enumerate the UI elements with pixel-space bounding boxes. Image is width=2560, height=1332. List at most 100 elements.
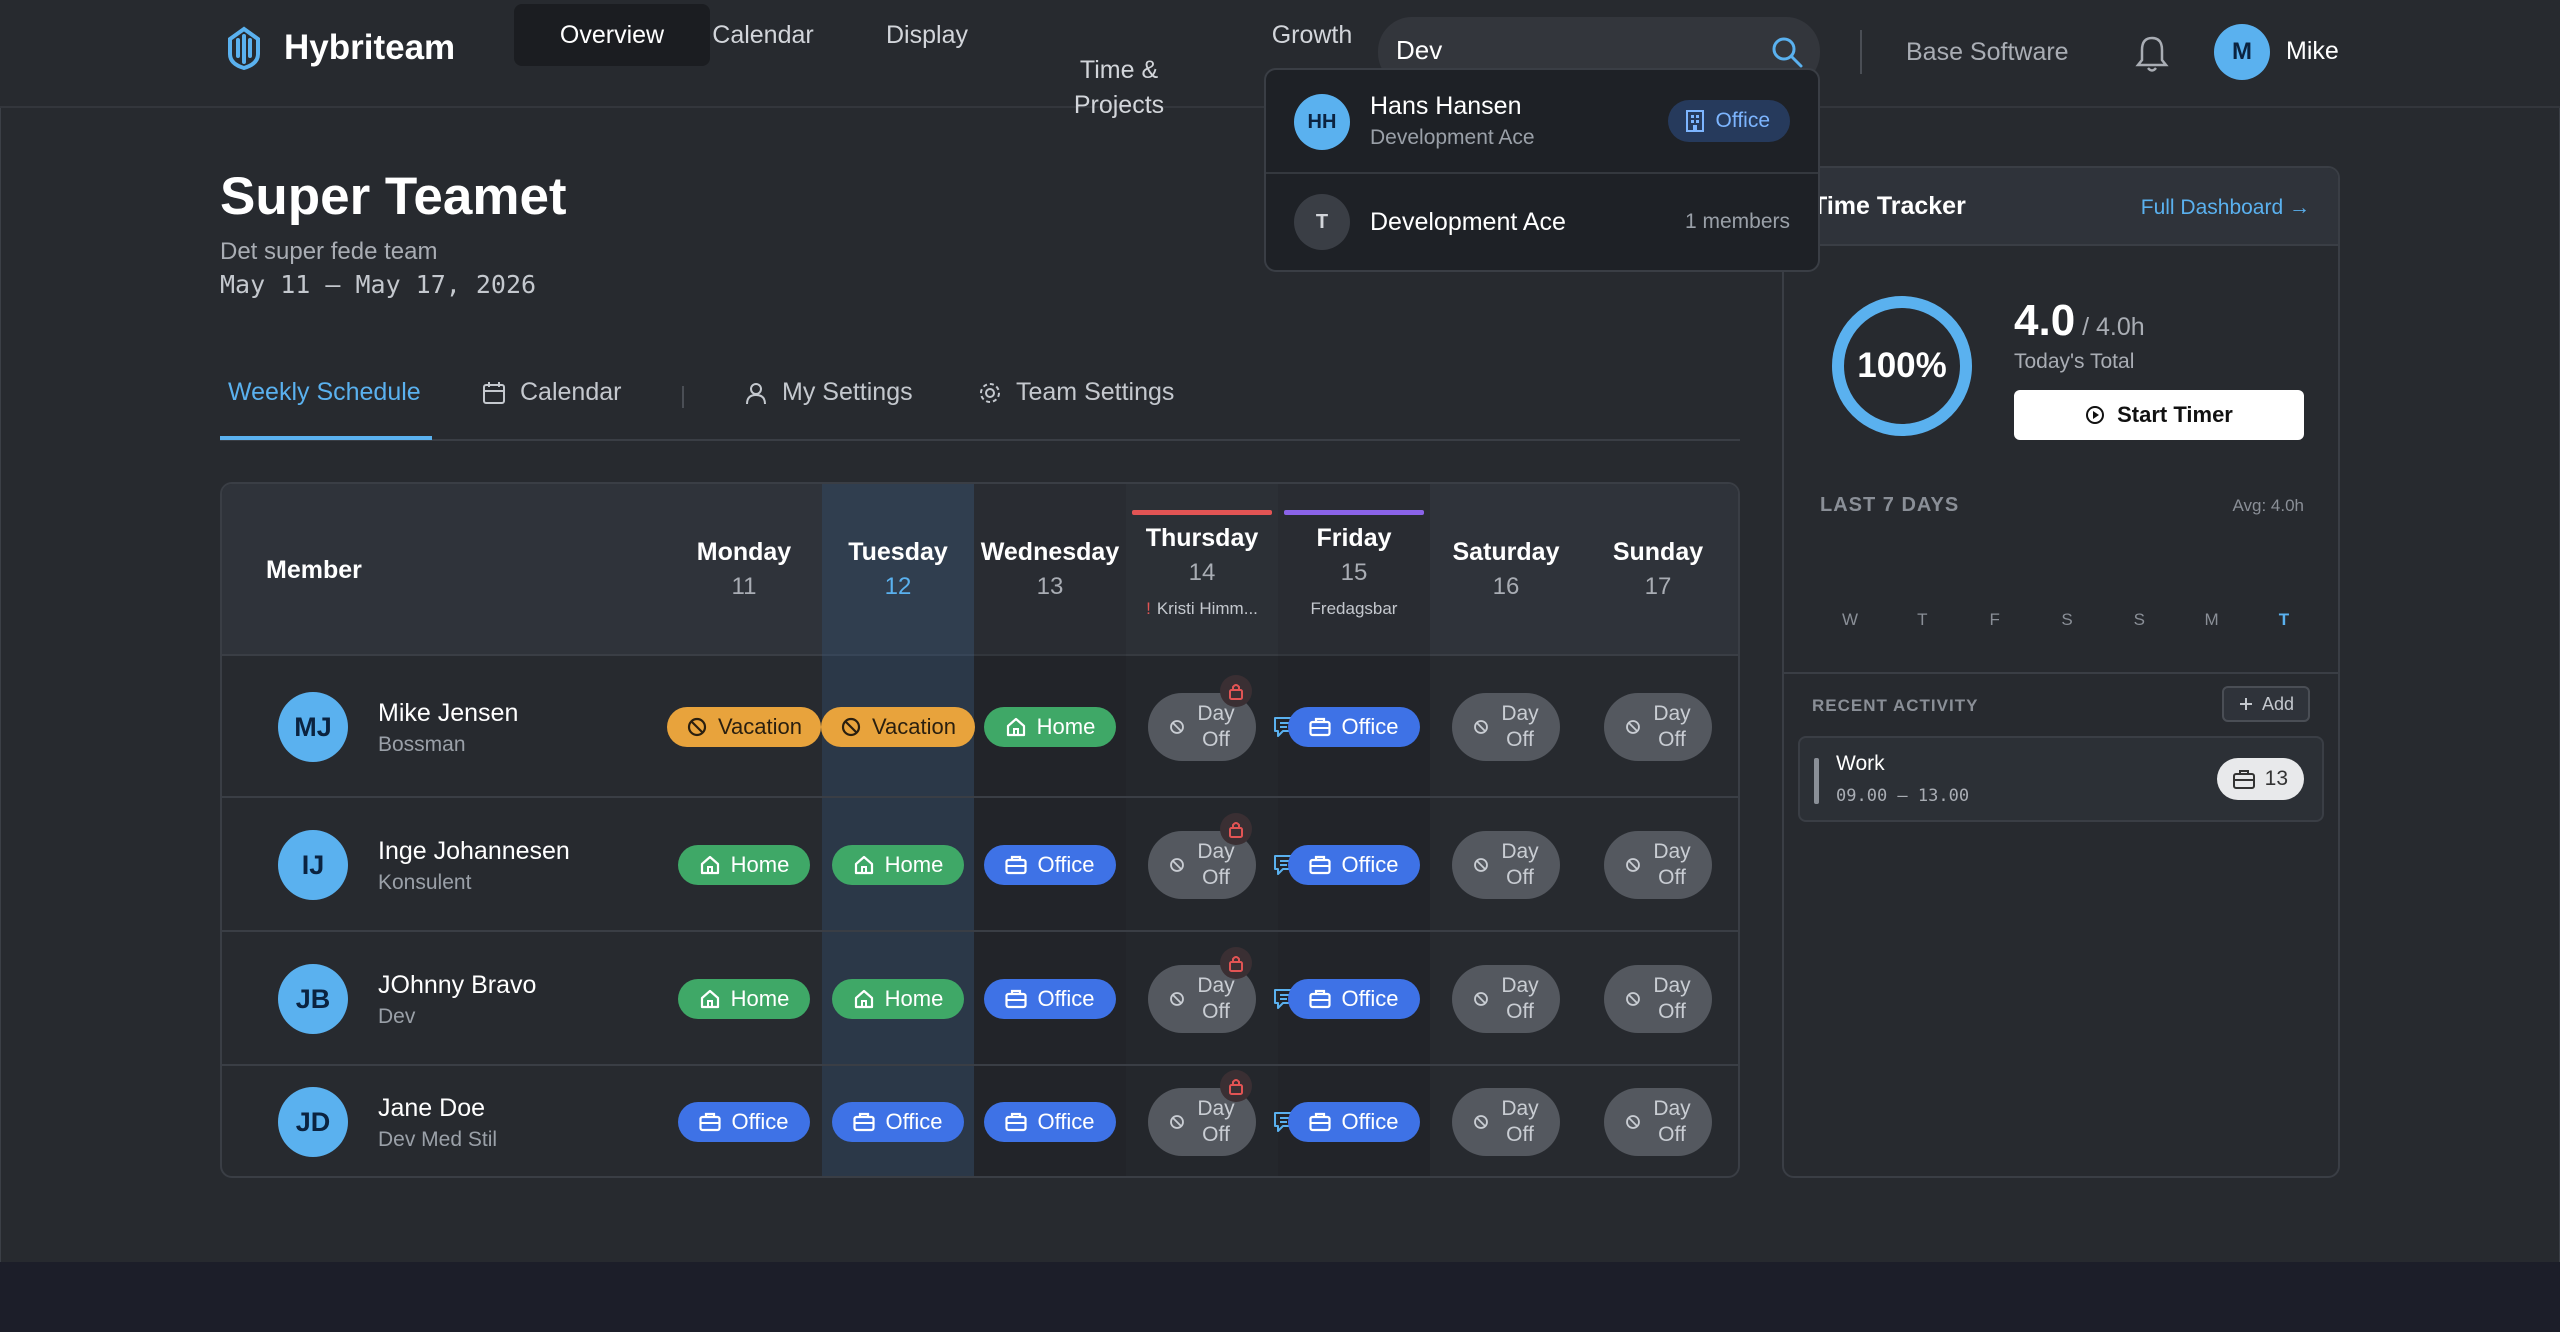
nav-overview[interactable]: Overview — [514, 4, 710, 66]
status-office[interactable]: Office — [1288, 979, 1420, 1019]
status-office[interactable]: Office — [984, 979, 1116, 1019]
bell-icon[interactable] — [2134, 34, 2170, 74]
hours-value: 4.0 — [2014, 296, 2076, 345]
status-day-off[interactable]: Day Off — [1452, 965, 1560, 1033]
tab-bar: Weekly Schedule Calendar My Settings Tea… — [220, 366, 1740, 441]
member-initials: JD — [295, 1106, 331, 1137]
activity-color-bar — [1814, 758, 1819, 804]
search-icon[interactable] — [1770, 35, 1804, 69]
status-home[interactable]: Home — [832, 845, 964, 885]
nav-display[interactable]: Display — [870, 18, 984, 53]
user-name[interactable]: Mike — [2286, 37, 2339, 66]
status-home[interactable]: Home — [984, 707, 1116, 747]
nav-growth[interactable]: Growth — [1258, 18, 1366, 53]
day-off-label: Day Off — [1653, 839, 1690, 891]
day-name: Sunday — [1612, 538, 1704, 566]
activity-item[interactable]: Work 09.00 – 13.00 13 — [1798, 736, 2324, 822]
status-day-off[interactable]: Day Off — [1604, 1088, 1712, 1156]
add-activity-button[interactable]: Add — [2221, 686, 2310, 722]
status-day-off[interactable]: Day Off — [1452, 831, 1560, 899]
status-home[interactable]: Home — [678, 845, 810, 885]
date-range: May 11 – May 17, 2026 — [220, 270, 537, 299]
off-word: Off — [1658, 1000, 1686, 1023]
team-description: Det super fede team — [220, 238, 438, 265]
nav-label: Display — [886, 21, 968, 49]
app-name: Hybriteam — [284, 28, 456, 67]
status-day-off[interactable]: Day Off — [1604, 965, 1712, 1033]
status-office[interactable]: Office — [984, 845, 1116, 885]
person-avatar: HH — [1294, 94, 1350, 150]
status-office[interactable]: Office — [984, 1102, 1116, 1142]
status-home[interactable]: Home — [832, 979, 964, 1019]
member-avatar[interactable]: JB — [278, 964, 348, 1034]
nav-time-projects[interactable]: Time & Projects — [1042, 18, 1196, 123]
status-vacation[interactable]: Vacation — [667, 707, 821, 747]
user-icon — [746, 382, 766, 404]
day-word: Day — [1501, 702, 1539, 725]
briefcase-icon — [853, 1112, 876, 1132]
day-marker-bar — [1132, 510, 1272, 515]
team-avatar: T — [1294, 194, 1350, 250]
day-event-note[interactable]: ! Kristi Himm... — [1126, 599, 1278, 619]
status-label: Office — [1341, 852, 1399, 877]
start-timer-button[interactable]: Start Timer — [2014, 390, 2304, 440]
lock-icon — [1229, 1079, 1243, 1095]
activity-count-badge: 13 — [2216, 758, 2304, 800]
member-avatar[interactable]: MJ — [278, 692, 348, 762]
play-icon — [2086, 406, 2105, 424]
active-tab-indicator — [220, 436, 432, 440]
status-vacation[interactable]: Vacation — [821, 707, 975, 747]
user-avatar[interactable]: M — [2214, 24, 2270, 80]
status-office[interactable]: Office — [1288, 845, 1420, 885]
status-day-off[interactable]: Day Off — [1452, 693, 1560, 761]
status-office[interactable]: Office — [1288, 1102, 1420, 1142]
search-result-person[interactable]: HH Hans Hansen Development Ace Office — [1266, 70, 1818, 174]
day-off-icon — [1170, 1115, 1185, 1129]
briefcase-icon — [1005, 989, 1028, 1009]
status-label: Office — [885, 1109, 943, 1134]
search-result-team[interactable]: T Development Ace 1 members — [1266, 174, 1818, 272]
status-day-off[interactable]: Day Off — [1604, 831, 1712, 899]
status-home[interactable]: Home — [678, 979, 810, 1019]
day-header-wednesday: Wednesday 13 — [974, 484, 1126, 656]
company-name[interactable]: Base Software — [1906, 38, 2069, 67]
building-icon — [1685, 110, 1704, 132]
member-name[interactable]: Mike Jensen — [378, 699, 518, 728]
time-tracker-title: Time Tracker — [1812, 192, 1966, 220]
status-office[interactable]: Office — [832, 1102, 964, 1142]
off-word: Off — [1506, 866, 1534, 889]
status-office[interactable]: Office — [678, 1102, 810, 1142]
day-event-note[interactable]: Fredagsbar — [1278, 599, 1430, 619]
member-name[interactable]: Inge Johannesen — [378, 837, 570, 866]
person-team: Development Ace — [1370, 126, 1535, 149]
member-avatar[interactable]: IJ — [278, 830, 348, 900]
nav-label: Calendar — [712, 21, 814, 49]
status-office[interactable]: Office — [1288, 707, 1420, 747]
day-header-thursday: Thursday 14! Kristi Himm... — [1126, 484, 1278, 656]
full-dashboard-link[interactable]: Full Dashboard → — [2141, 196, 2310, 220]
tab-my-settings[interactable]: My Settings — [744, 378, 913, 407]
member-avatar[interactable]: JD — [278, 1087, 348, 1157]
day-off-icon — [1626, 858, 1641, 872]
logo[interactable]: Hybriteam — [222, 26, 455, 70]
panel-divider — [1784, 672, 2338, 674]
member-name[interactable]: JOhnny Bravo — [378, 971, 536, 1000]
status-day-off[interactable]: Day Off — [1452, 1088, 1560, 1156]
status-label: Home — [884, 852, 944, 877]
avatar-initial: M — [2232, 38, 2252, 65]
member-name[interactable]: Jane Doe — [378, 1094, 485, 1123]
tab-team-settings[interactable]: Team Settings — [978, 378, 1174, 407]
locked-indicator — [1220, 947, 1252, 979]
progress-percent: 100% — [1857, 346, 1947, 385]
nav-calendar[interactable]: Calendar — [702, 18, 824, 53]
activity-count: 13 — [2264, 767, 2288, 790]
tab-weekly-schedule[interactable]: Weekly Schedule — [228, 378, 421, 407]
day-header-sunday: Sunday 17 — [1582, 484, 1734, 656]
status-day-off[interactable]: Day Off — [1604, 693, 1712, 761]
status-label: Vacation — [718, 714, 802, 739]
status-label: Office — [1037, 852, 1095, 877]
time-tracker-panel: Time Tracker Full Dashboard → 100% 4.0 /… — [1782, 166, 2340, 1178]
day-off-icon — [1170, 720, 1185, 734]
tab-calendar[interactable]: Calendar — [482, 378, 621, 407]
briefcase-icon — [699, 1112, 722, 1132]
